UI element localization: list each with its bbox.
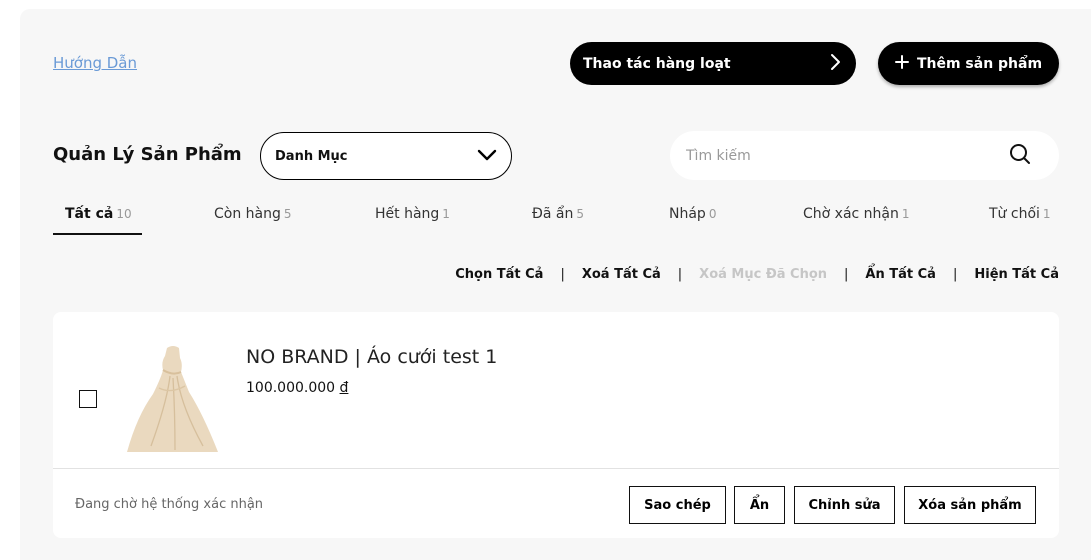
product-checkbox[interactable] — [79, 390, 97, 408]
copy-button[interactable]: Sao chép — [629, 486, 726, 524]
tab-hidden[interactable]: Đã ẩn 5 — [532, 206, 584, 222]
separator: | — [952, 267, 958, 282]
show-all-link[interactable]: Hiện Tất Cả — [974, 267, 1059, 282]
product-price: 100.000.000 đ — [246, 380, 348, 396]
page-title: Quản Lý Sản Phẩm — [53, 144, 242, 165]
tab-count: 1 — [1042, 207, 1051, 221]
active-tab-indicator — [53, 233, 142, 235]
tab-rejected[interactable]: Từ chối 1 — [989, 206, 1051, 222]
tab-in-stock[interactable]: Còn hàng 5 — [214, 206, 292, 222]
chevron-down-icon — [477, 147, 497, 166]
product-image[interactable] — [123, 342, 223, 454]
card-divider — [53, 468, 1059, 469]
product-card: NO BRAND | Áo cưới test 1 100.000.000 đ … — [53, 312, 1059, 538]
select-all-link[interactable]: Chọn Tất Cả — [455, 267, 543, 282]
hide-all-link[interactable]: Ẩn Tất Cả — [865, 267, 936, 282]
tab-label: Đã ẩn — [532, 206, 574, 222]
separator: | — [844, 267, 849, 282]
tab-label: Còn hàng — [214, 206, 281, 222]
price-currency: đ — [339, 380, 349, 396]
tab-count: 5 — [283, 207, 292, 221]
tab-count: 0 — [708, 207, 717, 221]
product-name[interactable]: NO BRAND | Áo cưới test 1 — [246, 346, 497, 368]
bulk-action-bar: Chọn Tất Cả | Xoá Tất Cả | Xoá Mục Đã Ch… — [455, 267, 1059, 282]
tab-draft[interactable]: Nháp 0 — [669, 206, 716, 222]
category-select[interactable]: Danh Mục — [260, 132, 512, 180]
tab-all[interactable]: Tất cả 10 — [65, 206, 132, 222]
tab-label: Từ chối — [989, 206, 1040, 222]
add-product-label: Thêm sản phẩm — [916, 55, 1043, 72]
tab-label: Tất cả — [65, 206, 114, 222]
bulk-actions-label: Thao tác hàng loạt — [583, 55, 731, 72]
guide-link[interactable]: Hướng Dẫn — [53, 54, 137, 72]
tab-count: 1 — [901, 207, 910, 221]
tab-label: Nháp — [669, 206, 706, 222]
tab-count: 10 — [116, 207, 132, 221]
price-amount: 100.000.000 — [246, 380, 336, 396]
tab-label: Chờ xác nhận — [803, 206, 899, 222]
edit-button[interactable]: Chỉnh sửa — [794, 486, 895, 524]
delete-selected-link[interactable]: Xoá Mục Đã Chọn — [699, 267, 827, 282]
add-product-button[interactable]: Thêm sản phẩm — [878, 42, 1059, 85]
category-select-value: Danh Mục — [275, 148, 348, 164]
plus-icon — [894, 54, 909, 73]
separator: | — [560, 267, 565, 282]
hide-button[interactable]: Ẩn — [734, 486, 785, 524]
search-box — [670, 131, 1059, 180]
tab-pending[interactable]: Chờ xác nhận 1 — [803, 206, 910, 222]
tab-label: Hết hàng — [375, 206, 440, 222]
tab-count: 1 — [442, 207, 450, 221]
search-input[interactable] — [686, 147, 986, 164]
search-icon[interactable] — [1009, 143, 1031, 169]
chevron-right-icon — [828, 53, 842, 75]
delete-product-button[interactable]: Xóa sản phẩm — [904, 486, 1036, 524]
product-status: Đang chờ hệ thống xác nhận — [75, 497, 264, 512]
tab-out-of-stock[interactable]: Hết hàng 1 — [375, 206, 450, 222]
separator: | — [677, 267, 683, 282]
clear-all-link[interactable]: Xoá Tất Cả — [582, 267, 661, 282]
bulk-actions-button[interactable]: Thao tác hàng loạt — [570, 42, 856, 85]
tab-count: 5 — [576, 207, 584, 221]
